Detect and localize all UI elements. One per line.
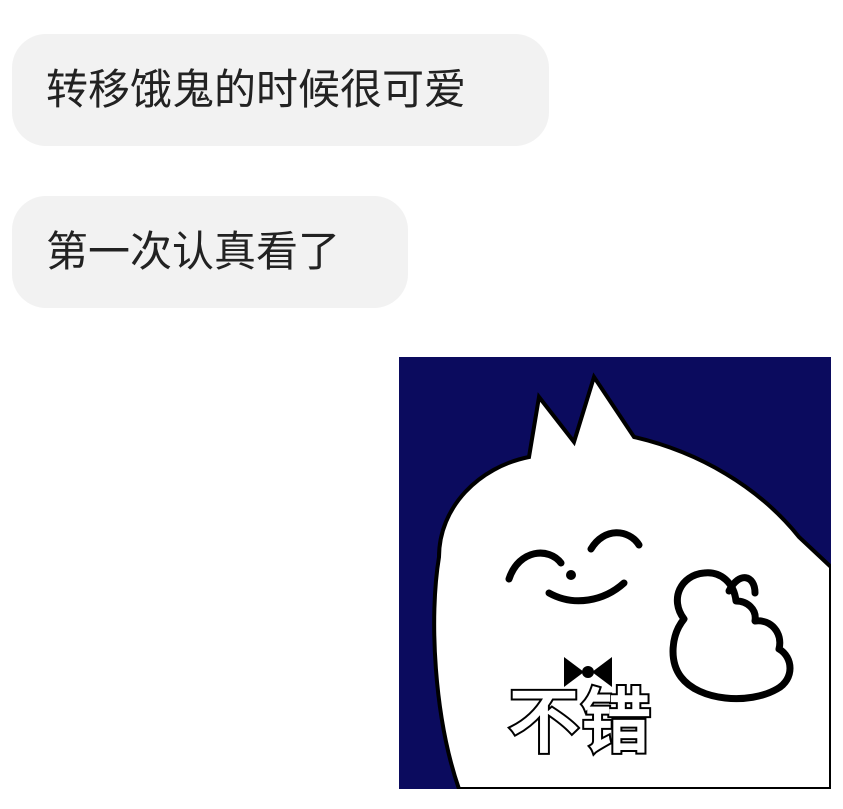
chat-message-bubble[interactable]: 第一次认真看了 [12,196,408,308]
sticker-caption: 不错 [507,681,653,763]
chat-message-text: 转移饿鬼的时候很可爱 [46,65,467,114]
chat-message-bubble[interactable]: 转移饿鬼的时候很可爱 [12,34,549,146]
chat-message-text: 第一次认真看了 [46,227,341,276]
sticker-image[interactable]: 不错 [399,357,831,789]
